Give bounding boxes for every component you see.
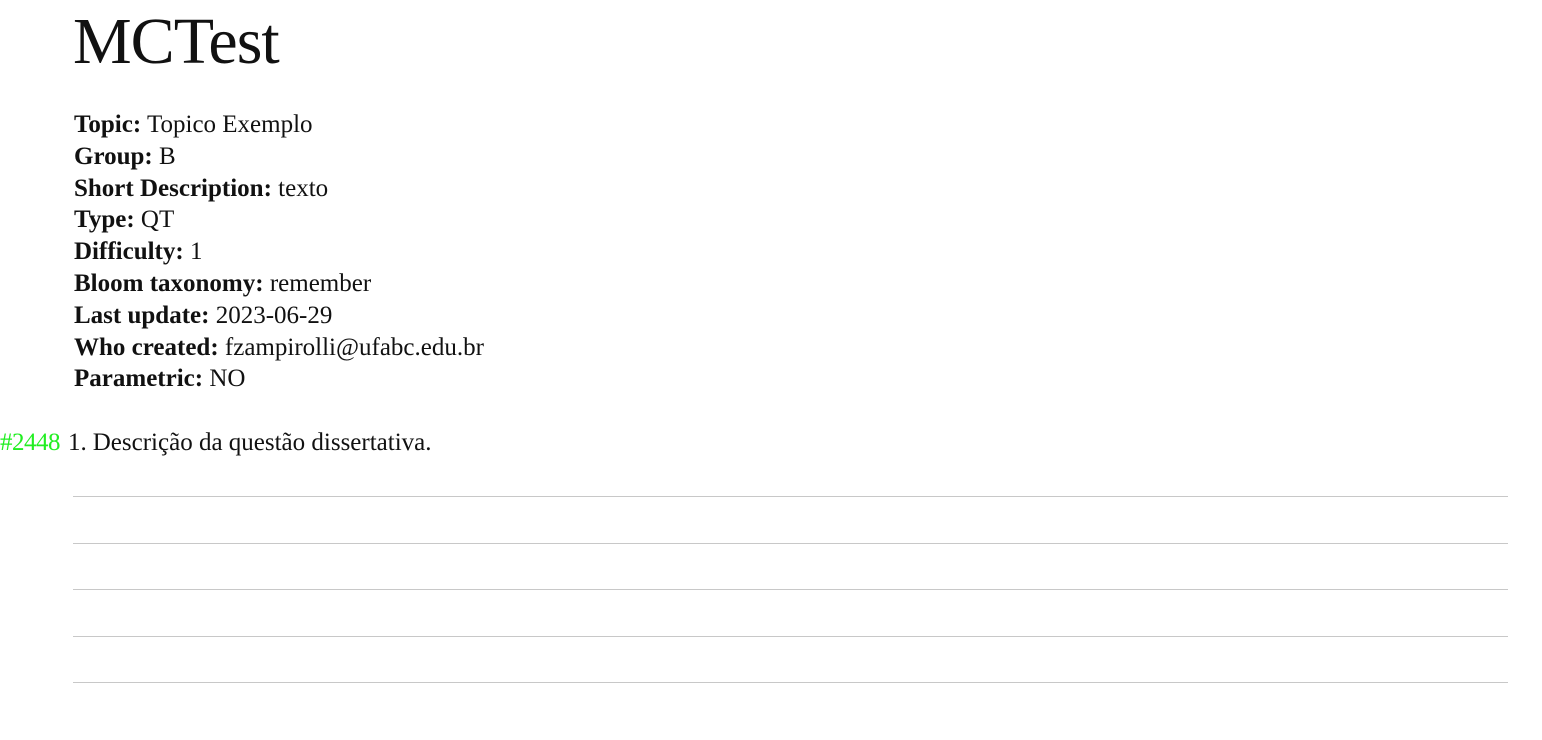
meta-group-key: Group: [74,142,153,170]
meta-last-update-value: 2023-06-29 [215,301,333,329]
meta-type-value: QT [140,206,175,234]
meta-parametric-key: Parametric: [74,365,204,393]
meta-last-update: Last update: 2023-06-29 [74,300,484,332]
meta-difficulty: Difficulty: 1 [74,236,484,268]
question-item: #2448 1. Descrição da questão dissertativa… [0,427,432,459]
meta-type: Type: QT [74,204,484,236]
meta-bloom-taxonomy-value: remember [269,269,372,297]
answer-line [73,496,1508,497]
answer-line [73,589,1508,590]
meta-topic-key: Topic: [74,111,142,138]
question-number: 1. [68,429,87,456]
question-text: Descrição da questão dissertativa. [92,429,432,456]
meta-parametric-value: NO [209,365,246,393]
meta-short-description-value: texto [278,174,329,202]
meta-type-key: Type: [74,206,135,234]
answer-line [73,635,1508,637]
meta-last-update-key: Last update: [74,301,210,329]
meta-group: Group: B [74,141,484,173]
question-id: #2448 [0,429,61,456]
meta-bloom-taxonomy-key: Bloom taxonomy: [74,269,264,297]
meta-topic-value: Topico Exemplo [146,111,313,138]
meta-group-value: B [158,142,176,170]
meta-difficulty-value: 1 [189,238,203,266]
meta-who-created-value: fzampirolli@ufabc.edu.br [224,333,484,361]
meta-difficulty-key: Difficulty: [74,238,184,266]
meta-short-description: Short Description: texto [74,173,484,205]
meta-bloom-taxonomy: Bloom taxonomy: remember [74,268,484,300]
answer-line [73,542,1508,544]
answer-line [73,682,1508,683]
answer-area [73,496,1508,729]
meta-topic: Topic: Topico Exemplo [74,109,484,141]
document-title: MCTest [73,5,280,78]
meta-parametric: Parametric: NO [74,363,484,395]
metadata-block: Topic: Topico Exemplo Group: B Short Des… [74,109,484,395]
meta-who-created-key: Who created: [74,333,219,361]
meta-who-created: Who created: fzampirolli@ufabc.edu.br [74,332,484,364]
meta-short-description-key: Short Description: [74,174,272,202]
